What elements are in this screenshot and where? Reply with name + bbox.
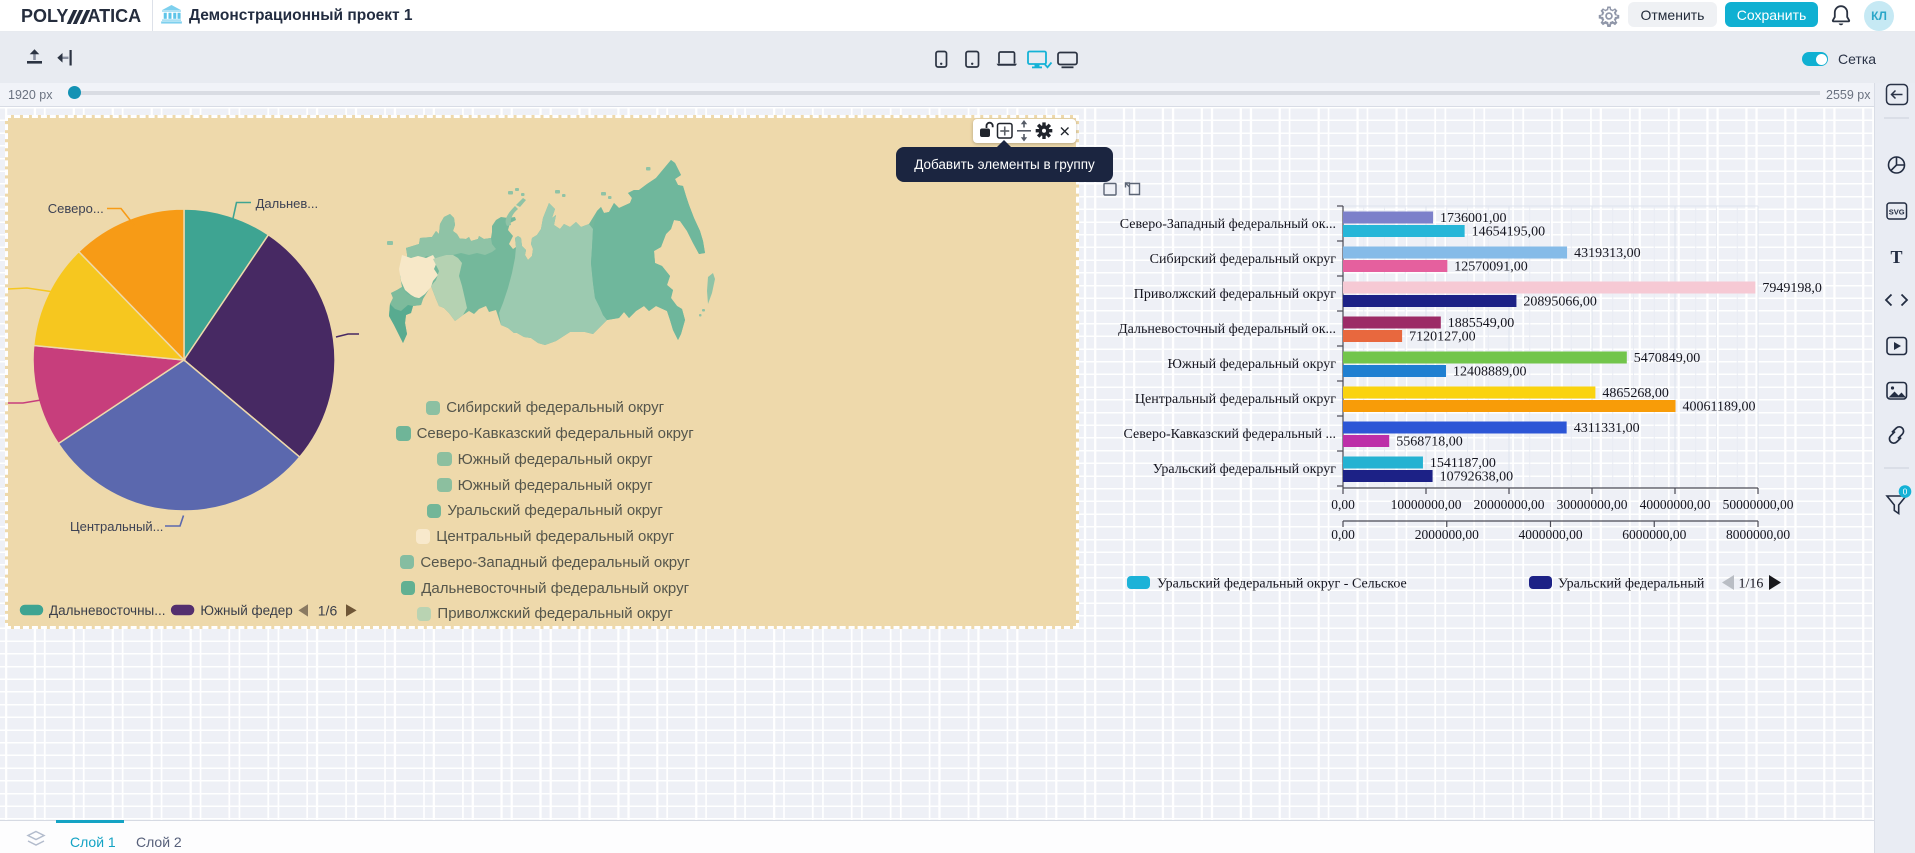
svg-text:SVG: SVG (1889, 208, 1905, 217)
svg-text:Северо...: Северо... (48, 201, 104, 216)
svg-text:Центральный федеральный округ: Центральный федеральный округ (1135, 392, 1336, 407)
svg-text:Приволжский федеральный округ: Приволжский федеральный округ (1134, 287, 1336, 302)
svg-text:4319313,00: 4319313,00 (1574, 246, 1641, 261)
svg-text:Северо-Западный федеральный ок: Северо-Западный федеральный ок... (1120, 217, 1336, 232)
svg-text:40000000,00: 40000000,00 (1640, 497, 1711, 512)
svg-text:0,00: 0,00 (1331, 497, 1355, 512)
svg-text:Центральный...: Центральный... (70, 519, 163, 534)
svg-text:4311331,00: 4311331,00 (1574, 421, 1640, 436)
svg-text:Дальневосточны...: Дальневосточны... (49, 603, 166, 618)
svg-text:5568718,00: 5568718,00 (1396, 435, 1463, 450)
svg-text:4865268,00: 4865268,00 (1602, 386, 1669, 401)
svg-text:14654195,00: 14654195,00 (1472, 225, 1546, 240)
svg-text:5470849,00: 5470849,00 (1634, 351, 1701, 366)
svg-text:0,00: 0,00 (1331, 527, 1355, 542)
svg-text:2000000,00: 2000000,00 (1415, 527, 1479, 542)
svg-text:10000000,00: 10000000,00 (1391, 497, 1462, 512)
svg-text:Южный федеральный округ: Южный федеральный округ (1167, 357, 1336, 372)
svg-text:8000000,00: 8000000,00 (1726, 527, 1790, 542)
svg-text:4000000,00: 4000000,00 (1518, 527, 1582, 542)
svg-text:Уральский федеральный округ: Уральский федеральный округ (1153, 462, 1337, 477)
svg-text:30000000,00: 30000000,00 (1557, 497, 1628, 512)
svg-text:7949198,0: 7949198,0 (1762, 281, 1822, 296)
svg-text:Дальневосточный федеральный ок: Дальневосточный федеральный ок... (1118, 322, 1336, 337)
svg-text:Дальнев...: Дальнев... (256, 196, 319, 211)
svg-text:50000000,00: 50000000,00 (1723, 497, 1794, 512)
svg-text:6000000,00: 6000000,00 (1622, 527, 1686, 542)
svg-text:12570091,00: 12570091,00 (1454, 260, 1528, 275)
svg-text:12408889,00: 12408889,00 (1453, 365, 1527, 380)
svg-text:0: 0 (1903, 487, 1908, 497)
svg-text:20000000,00: 20000000,00 (1474, 497, 1545, 512)
svg-text:7120127,00: 7120127,00 (1409, 330, 1476, 345)
svg-text:T: T (1890, 247, 1902, 267)
svg-text:20895066,00: 20895066,00 (1523, 295, 1597, 310)
svg-text:10792638,00: 10792638,00 (1440, 470, 1514, 485)
svg-text:1/16: 1/16 (1739, 577, 1764, 592)
svg-text:Уральский федеральный: Уральский федеральный (1558, 577, 1705, 592)
svg-text:Северо-Кавказский федеральный: Северо-Кавказский федеральный ... (1124, 427, 1336, 442)
svg-text:40061189,00: 40061189,00 (1683, 400, 1756, 415)
svg-text:Уральский федеральный округ -: Уральский федеральный округ - Сельское (1157, 577, 1407, 592)
svg-text:Сибирский федеральный округ: Сибирский федеральный округ (1150, 252, 1337, 267)
